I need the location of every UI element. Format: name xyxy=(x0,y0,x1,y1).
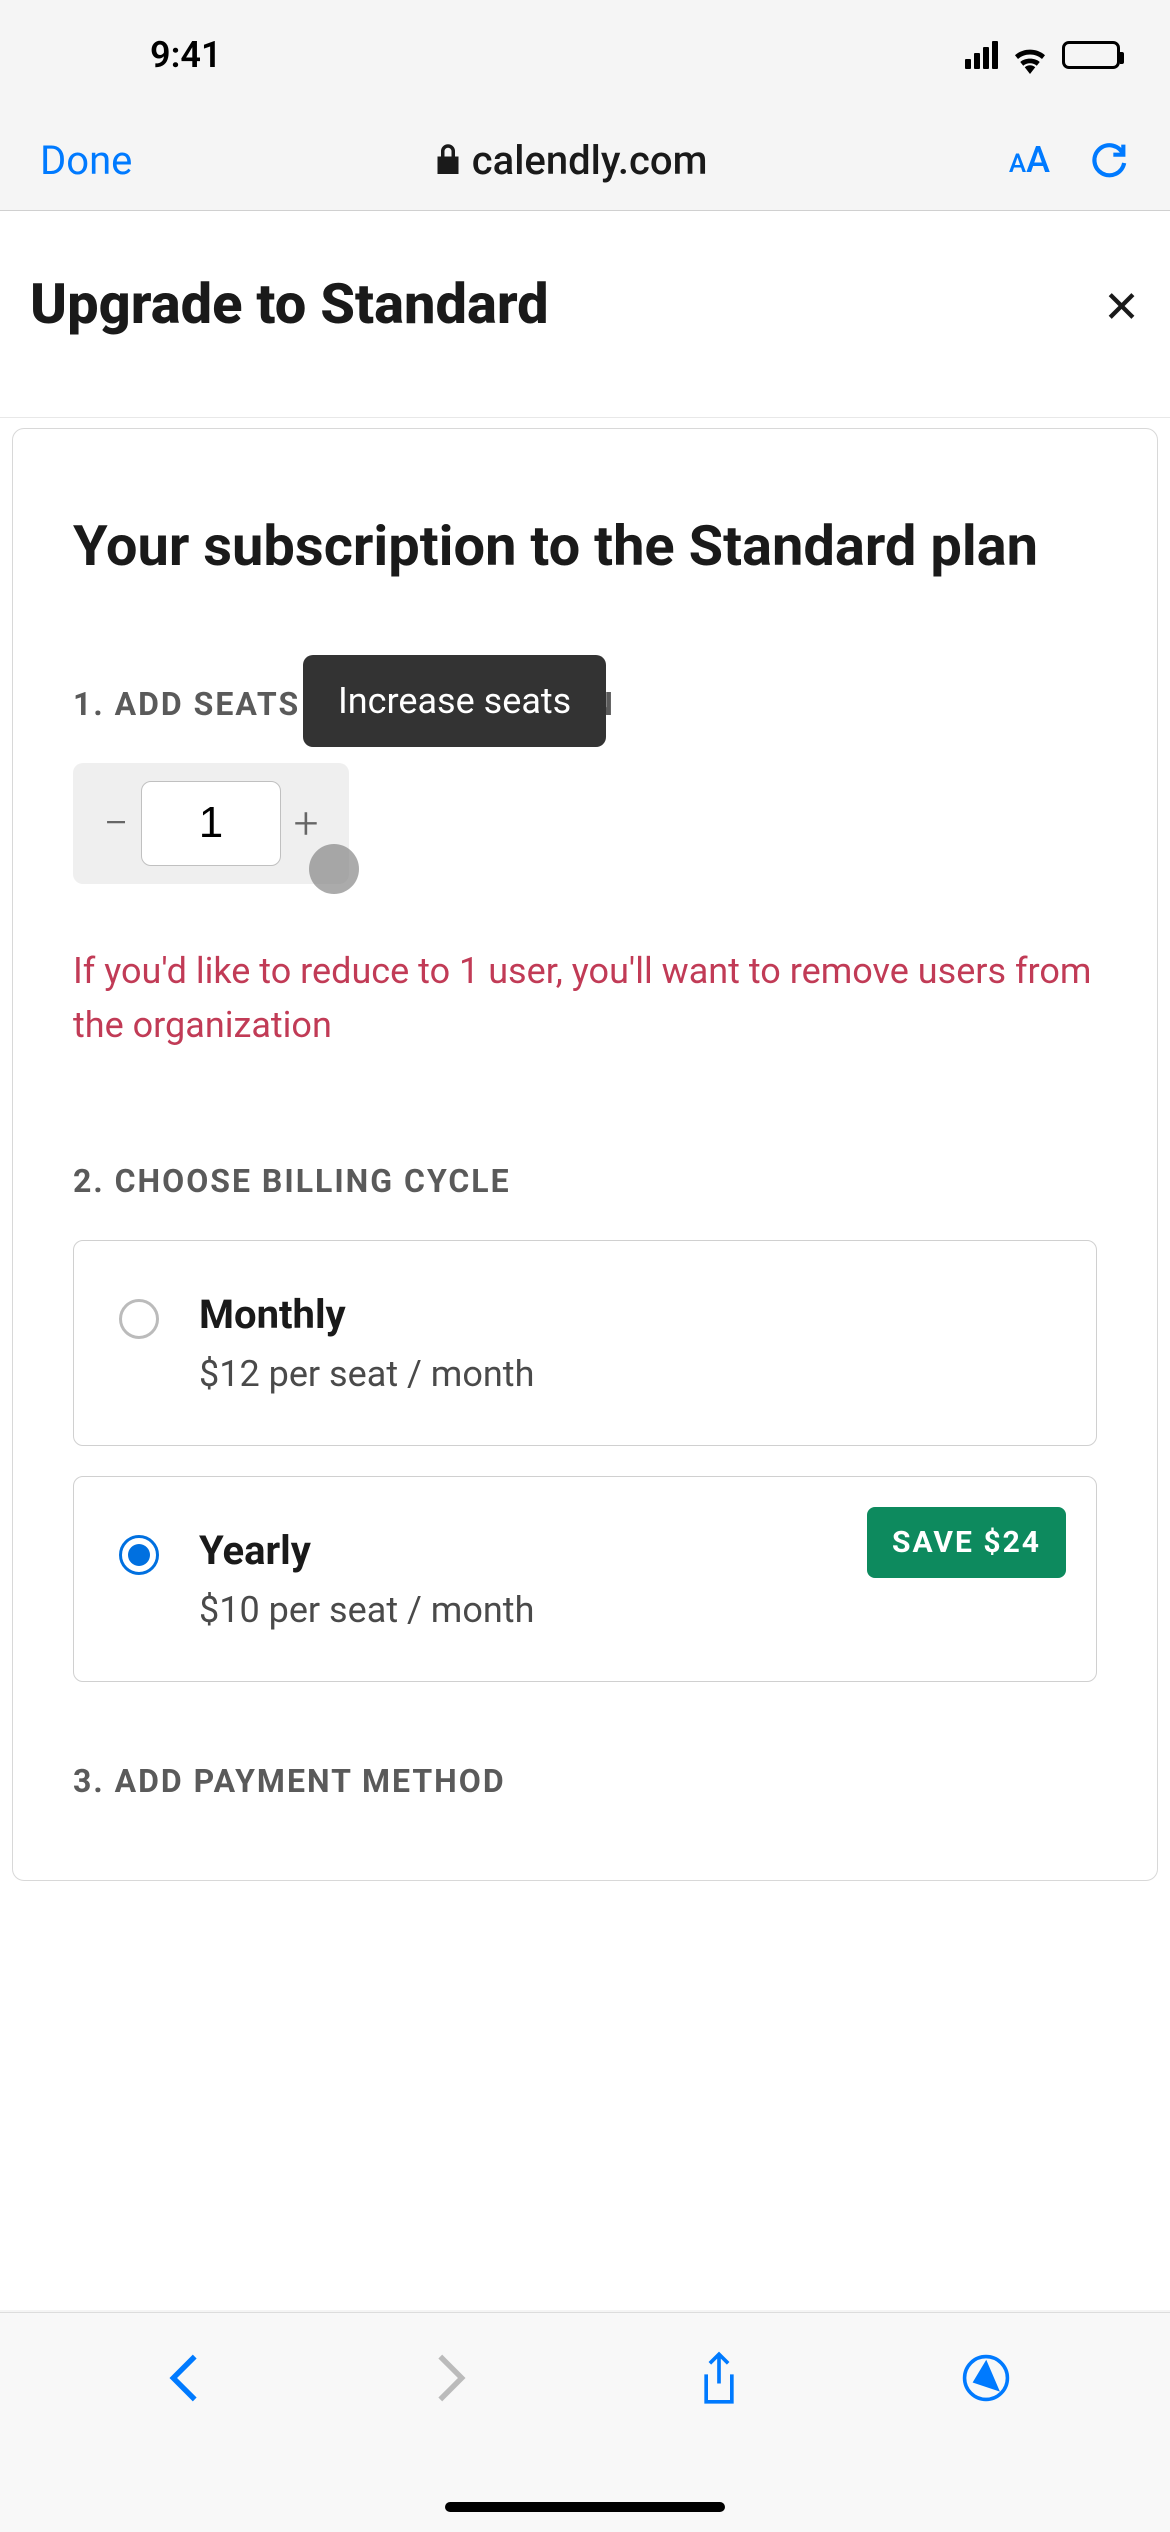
url-display[interactable]: calendly.com xyxy=(434,137,708,184)
card-title: Your subscription to the Standard plan xyxy=(73,509,1097,585)
page-title: Upgrade to Standard xyxy=(30,271,549,337)
seats-input[interactable] xyxy=(141,781,281,866)
text-size-button[interactable]: AA xyxy=(1009,139,1050,181)
radio-monthly[interactable] xyxy=(119,1299,159,1339)
page-content: Upgrade to Standard ✕ Your subscription … xyxy=(0,210,1170,2310)
refresh-button[interactable] xyxy=(1090,136,1130,184)
save-badge: SAVE $24 xyxy=(867,1507,1066,1578)
seat-warning: If you'd like to reduce to 1 user, you'l… xyxy=(73,944,1097,1052)
radio-yearly[interactable] xyxy=(119,1535,159,1575)
touch-indicator xyxy=(309,844,359,894)
billing-yearly-option[interactable]: Yearly $10 per seat / month SAVE $24 xyxy=(73,1476,1097,1682)
status-bar: 9:41 xyxy=(0,0,1170,110)
close-button[interactable]: ✕ xyxy=(1103,271,1140,333)
battery-icon xyxy=(1062,41,1120,69)
step1-label: 1. ADD SEATS TO SUBSCRIPTION Increase se… xyxy=(73,685,1097,723)
status-indicators xyxy=(965,41,1120,69)
cellular-icon xyxy=(965,41,998,69)
billing-monthly-option[interactable]: Monthly $12 per seat / month xyxy=(73,1240,1097,1446)
subscription-card: Your subscription to the Standard plan 1… xyxy=(12,428,1158,1881)
home-indicator[interactable] xyxy=(445,2502,725,2512)
option-title: Monthly xyxy=(199,1291,534,1338)
tabs-button[interactable] xyxy=(961,2353,1011,2403)
wifi-icon xyxy=(1012,41,1048,69)
increase-seats-tooltip: Increase seats xyxy=(303,655,606,747)
decrease-seats-button[interactable]: − xyxy=(91,783,141,863)
seat-stepper: − + xyxy=(73,763,349,884)
status-time: 9:41 xyxy=(50,34,222,76)
done-button[interactable]: Done xyxy=(40,137,132,184)
step2-label: 2. CHOOSE BILLING CYCLE xyxy=(73,1162,1097,1200)
share-button[interactable] xyxy=(694,2353,744,2403)
modal-header: Upgrade to Standard ✕ xyxy=(0,211,1170,418)
back-button[interactable] xyxy=(159,2353,209,2403)
url-text: calendly.com xyxy=(472,137,708,184)
option-price: $12 per seat / month xyxy=(199,1353,534,1395)
option-price: $10 per seat / month xyxy=(199,1589,534,1631)
step3-label: 3. ADD PAYMENT METHOD xyxy=(73,1762,1097,1800)
forward-button[interactable] xyxy=(426,2353,476,2403)
browser-address-bar: Done calendly.com AA xyxy=(0,110,1170,210)
browser-toolbar xyxy=(0,2312,1170,2532)
option-title: Yearly xyxy=(199,1527,534,1574)
lock-icon xyxy=(434,142,462,178)
